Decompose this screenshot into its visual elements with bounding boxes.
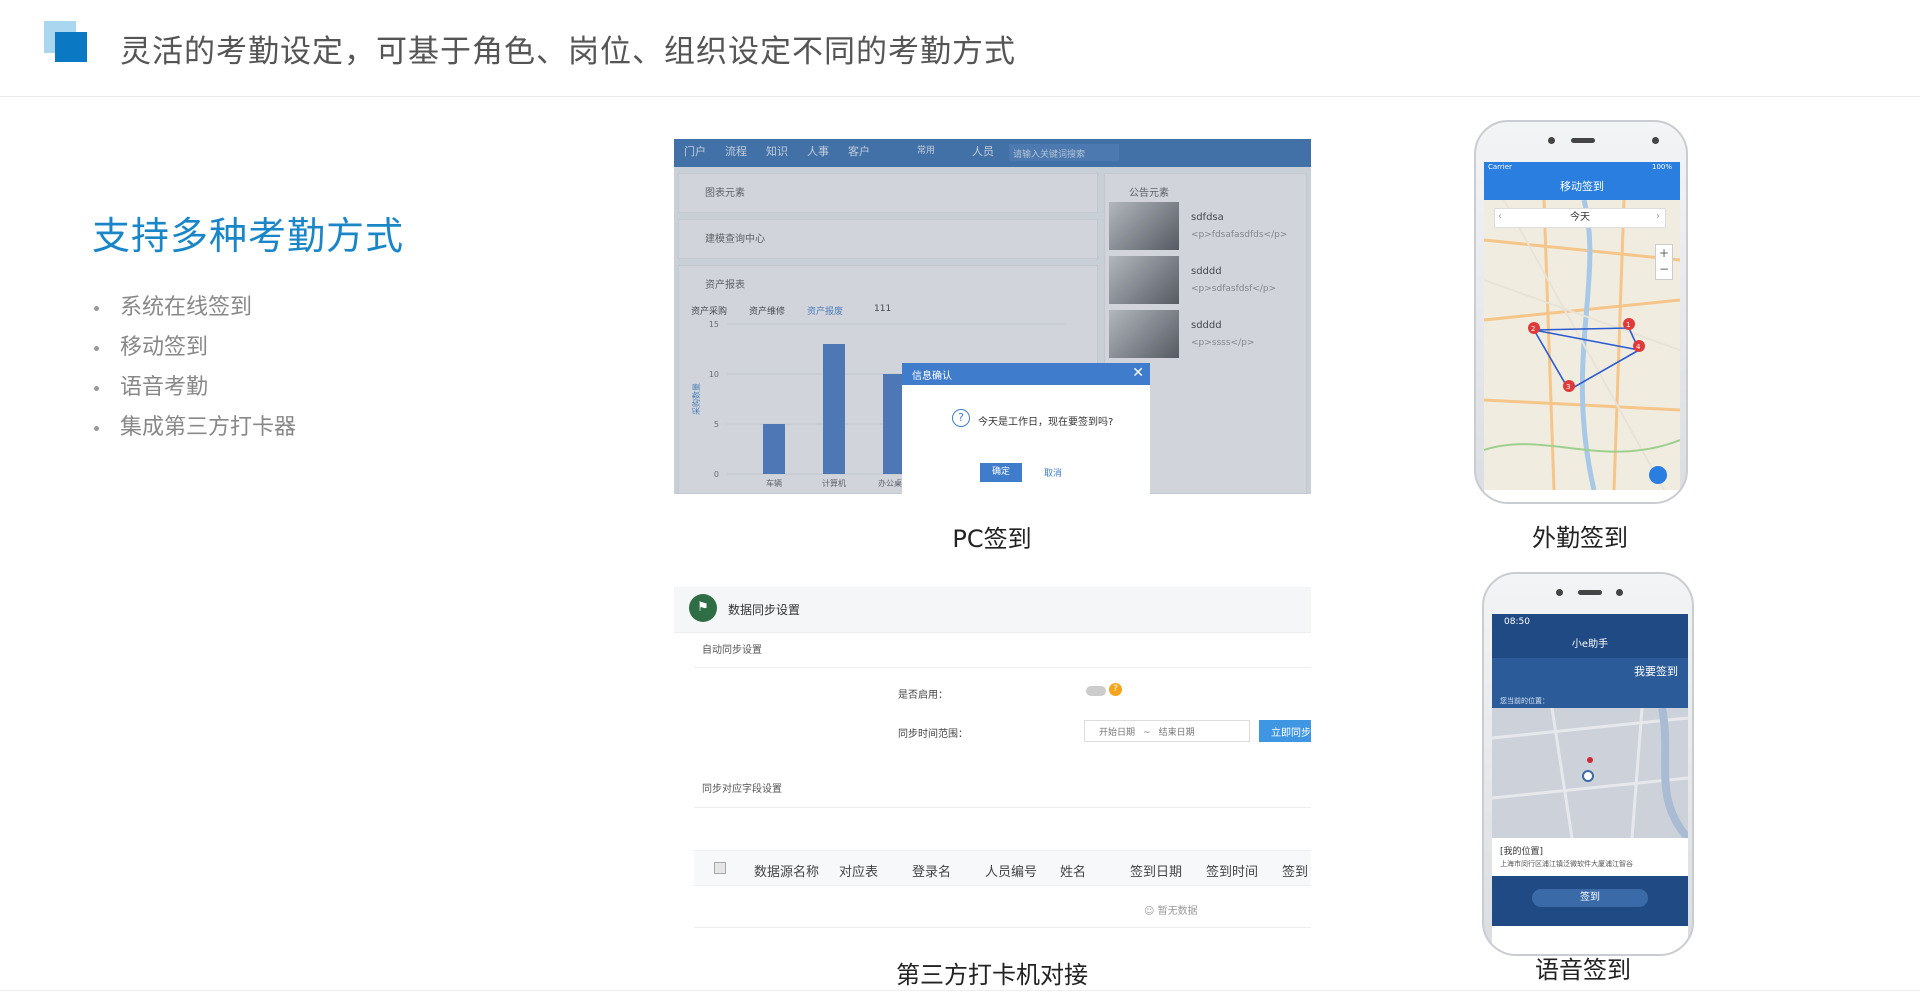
sync-app-icon: ⚑	[689, 594, 717, 622]
location-hint: 您当前的位置：	[1500, 697, 1549, 705]
confirm-button[interactable]: 确定	[980, 463, 1022, 482]
end-date-placeholder: 结束日期	[1158, 728, 1195, 738]
range-label: 同步时间范围：	[898, 729, 968, 740]
voice-signin-screen: 08:50 小e助手 我要签到 您当前的位置： [我的位置] 上海市闵行区浦江镇…	[1492, 614, 1688, 954]
column-header: 签到时间	[1206, 865, 1259, 880]
feature-item: 系统在线签到	[92, 290, 296, 330]
help-icon[interactable]: ?	[1109, 683, 1122, 696]
cancel-button[interactable]: 取消	[1044, 466, 1062, 479]
column-header: 签到日期	[1130, 865, 1183, 880]
divider	[694, 667, 1311, 668]
field-mapping-section: 同步对应字段设置	[702, 784, 782, 795]
status-bar: 08:50	[1492, 614, 1688, 632]
divider	[694, 807, 1311, 808]
map-marker-label: 2	[1531, 325, 1535, 333]
caption-voice: 语音签到	[1535, 956, 1631, 984]
logo-square-front	[55, 32, 87, 62]
column-header: 人员编号	[985, 865, 1038, 880]
phone-sensor	[1556, 589, 1563, 596]
city-map[interactable]: 1 2 3 4	[1484, 199, 1680, 491]
carrier-label: Carrier	[1488, 163, 1512, 171]
dialog-title: 信息确认	[902, 363, 1150, 385]
auto-sync-section: 自动同步设置	[702, 645, 762, 656]
feature-item: 集成第三方打卡器	[92, 410, 296, 450]
map-illustration	[1492, 707, 1688, 841]
chevron-left-icon[interactable]: ‹	[1498, 211, 1502, 222]
bottom-divider	[0, 990, 1920, 991]
phone-speaker	[1578, 590, 1602, 595]
dialog-message: 今天是工作日，现在要签到吗?	[978, 417, 1114, 428]
page-title: 灵活的考勤设定，可基于角色、岗位、组织设定不同的考勤方式	[120, 34, 1016, 70]
column-header: 对应表	[839, 865, 879, 880]
feature-item: 移动签到	[92, 330, 296, 370]
slide: 灵活的考勤设定，可基于角色、岗位、组织设定不同的考勤方式 支持多种考勤方式 系统…	[0, 0, 1920, 996]
zoom-control[interactable]: + −	[1655, 244, 1673, 280]
location-map[interactable]	[1492, 707, 1688, 841]
clock-label: 08:50	[1504, 617, 1530, 627]
start-date-placeholder: 开始日期	[1099, 728, 1136, 738]
enable-label: 是否启用：	[898, 690, 948, 701]
sync-now-button[interactable]: 立即同步	[1259, 720, 1311, 742]
empty-state: ☺ 暂无数据	[1144, 906, 1198, 917]
caption-third-party: 第三方打卡机对接	[896, 961, 1088, 989]
field-signin-screen: Carrier 100% 移动签到 1 2 3 4 今天 ‹ › + −	[1484, 162, 1680, 502]
sync-title: 数据同步设置	[728, 603, 801, 617]
my-position-title: [我的位置]	[1500, 847, 1544, 857]
select-all-checkbox[interactable]	[714, 862, 726, 874]
phone-voice-signin: 08:50 小e助手 我要签到 您当前的位置： [我的位置] 上海市闵行区浦江镇…	[1482, 572, 1694, 956]
column-header: 数据源名称	[754, 865, 820, 880]
caption-field: 外勤签到	[1532, 524, 1628, 552]
field-signin-title: 移动签到	[1484, 174, 1680, 200]
header: 灵活的考勤设定，可基于角色、岗位、组织设定不同的考勤方式	[0, 0, 1920, 97]
signin-button[interactable]: 签到	[1532, 889, 1648, 907]
map-marker-label: 3	[1566, 383, 1570, 391]
feature-list: 系统在线签到 移动签到 语音考勤 集成第三方打卡器	[92, 290, 296, 450]
divider	[694, 927, 1311, 928]
sync-header: ⚑ 数据同步设置	[674, 587, 1311, 633]
caption-pc: PC签到	[952, 525, 1032, 553]
map-marker-label: 4	[1636, 343, 1641, 351]
mapping-table-header: 数据源名称 对应表 登录名 人员编号 姓名 签到日期 签到时间 签到	[694, 850, 1311, 886]
range-separator: ~	[1143, 728, 1151, 738]
date-range-input[interactable]: 开始日期 ~ 结束日期	[1084, 720, 1250, 742]
close-icon[interactable]: ✕	[1132, 365, 1144, 381]
status-bar: Carrier 100%	[1484, 162, 1680, 174]
date-selector[interactable]: 今天	[1494, 208, 1666, 228]
question-icon: ?	[952, 409, 970, 427]
phone-sensor	[1548, 137, 1555, 144]
column-header: 签到	[1282, 865, 1309, 880]
sign-request-label: 我要签到	[1634, 665, 1678, 678]
feature-heading: 支持多种考勤方式	[92, 214, 405, 258]
column-header: 姓名	[1060, 865, 1087, 880]
assistant-title: 小e助手	[1492, 632, 1688, 658]
map-marker-label: 1	[1626, 321, 1630, 329]
signin-confirm-dialog: 信息确认 ✕ ? 今天是工作日，现在要签到吗? 确定 取消	[902, 363, 1150, 494]
battery-label: 100%	[1651, 163, 1672, 171]
third-party-sync-screenshot: ⚑ 数据同步设置 自动同步设置 是否启用： ? 同步时间范围： 开始日期 ~ 结束日…	[674, 587, 1311, 942]
phone-camera	[1652, 137, 1659, 144]
column-header: 登录名	[912, 865, 952, 880]
phone-camera	[1616, 589, 1623, 596]
phone-field-signin: Carrier 100% 移动签到 1 2 3 4 今天 ‹ › + −	[1474, 120, 1688, 504]
map-illustration: 1 2 3 4	[1484, 199, 1680, 491]
feature-item: 语音考勤	[92, 370, 296, 410]
chevron-right-icon[interactable]: ›	[1656, 211, 1660, 222]
my-position-address: 上海市闵行区浦江镇泛微软件大厦浦江智谷	[1500, 860, 1633, 868]
phone-speaker	[1571, 138, 1595, 143]
pc-signin-screenshot: 门户 流程 知识 人事 客户 常用 人员 请输入关键词搜索 图表元素 建模查询中…	[674, 139, 1311, 494]
empty-text: 暂无数据	[1157, 906, 1198, 917]
enable-toggle[interactable]	[1086, 686, 1106, 696]
